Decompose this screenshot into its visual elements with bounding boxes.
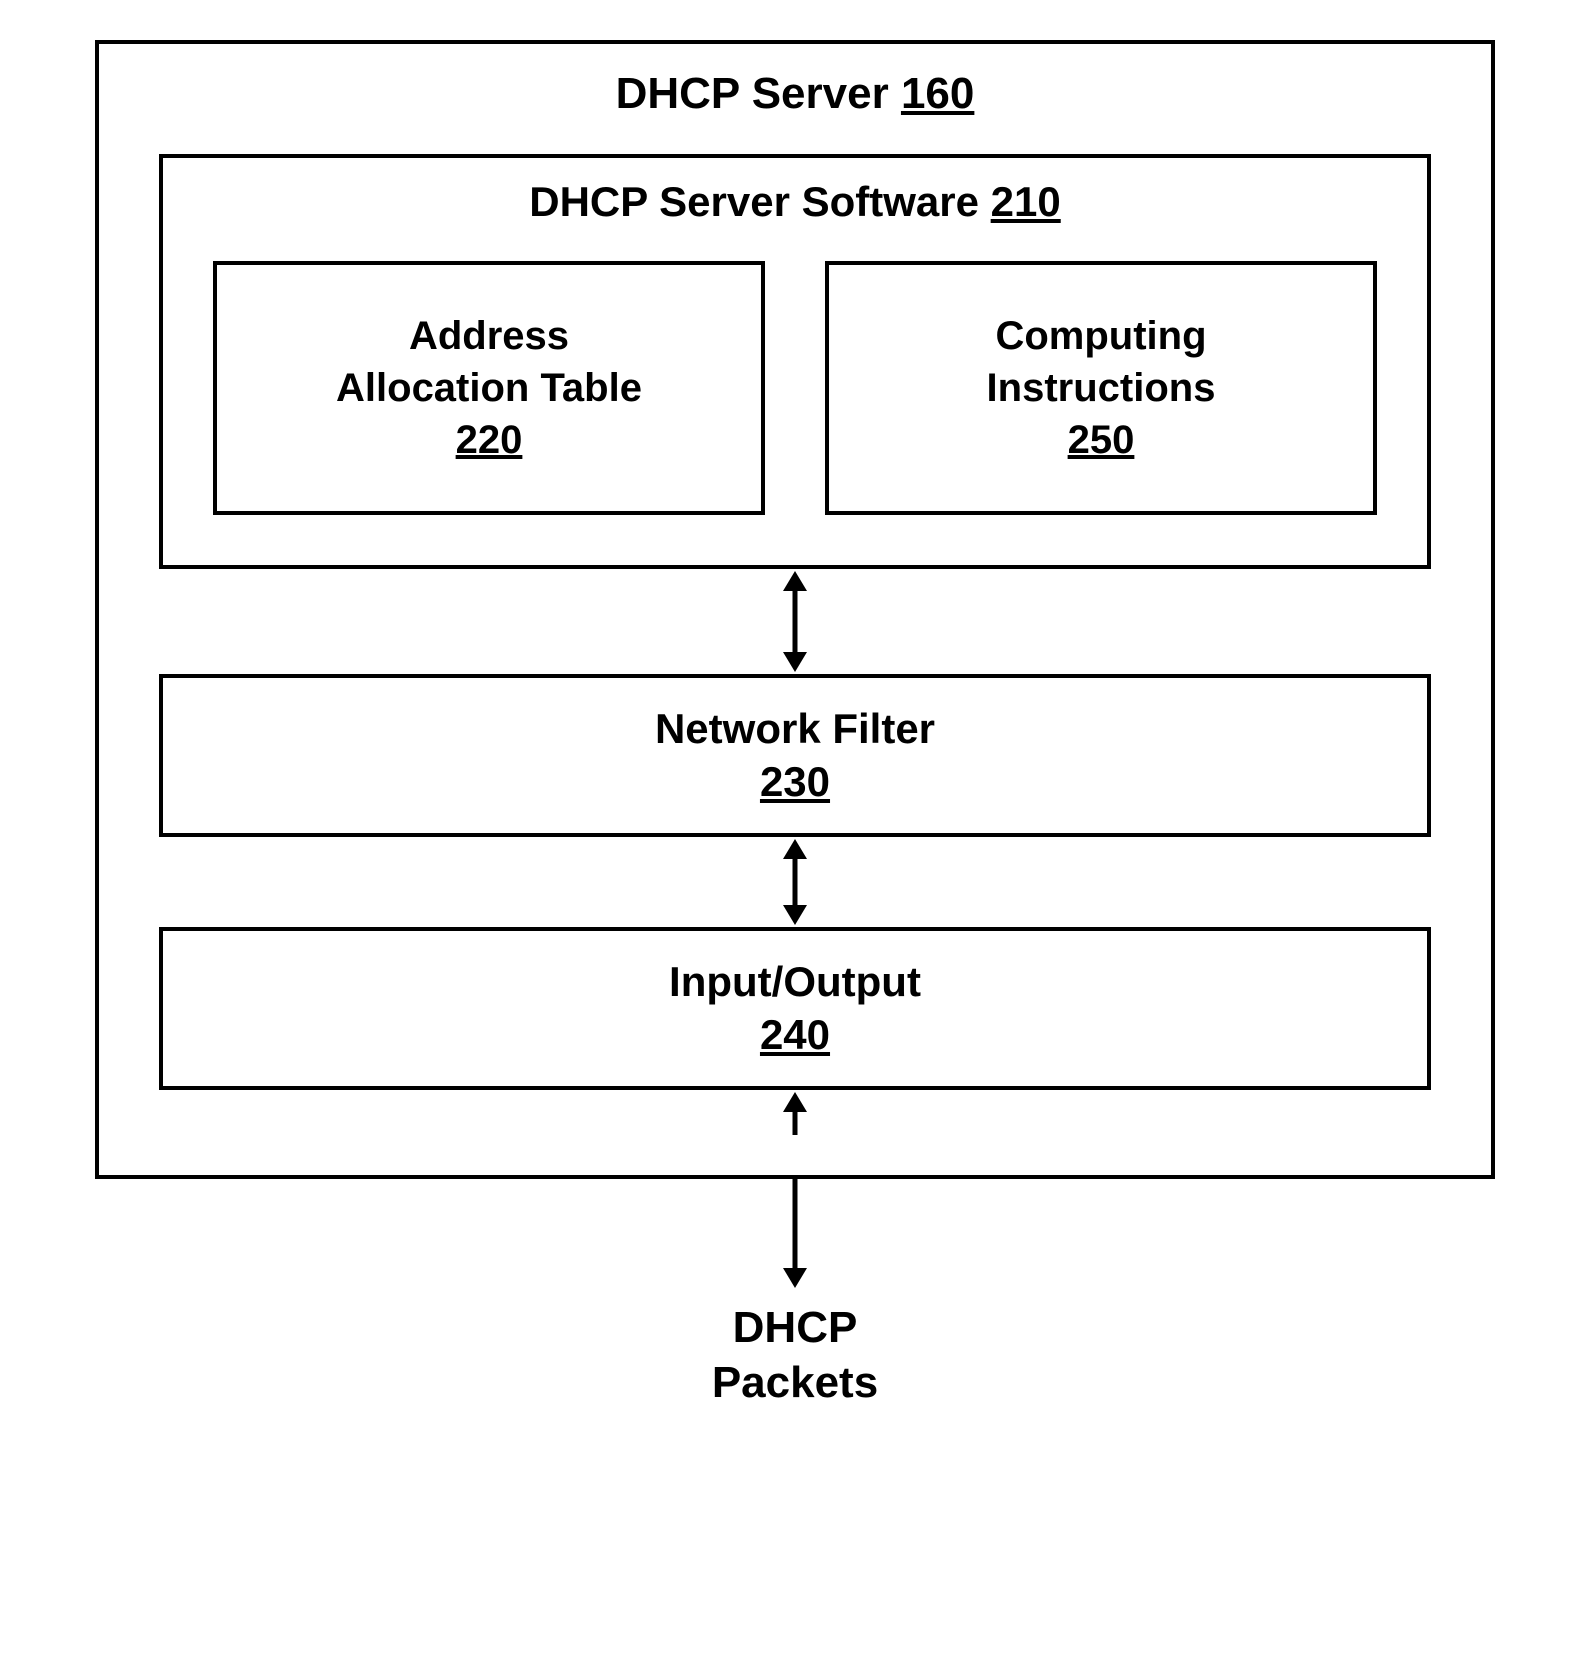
network-filter-ref: 230 — [173, 756, 1417, 809]
address-ref: 220 — [237, 414, 741, 466]
dhcp-packets-label: DHCP Packets — [95, 1300, 1495, 1410]
address-line2: Allocation Table — [237, 362, 741, 414]
packets-line1: DHCP — [95, 1300, 1495, 1355]
packets-line2: Packets — [95, 1355, 1495, 1410]
arrow-software-filter — [159, 569, 1431, 674]
arrow-io-out-top — [159, 1090, 1431, 1135]
computing-line2: Instructions — [849, 362, 1353, 414]
computing-ref: 250 — [849, 414, 1353, 466]
software-title: DHCP Server Software 210 — [213, 158, 1377, 261]
network-filter-box: Network Filter 230 — [159, 674, 1431, 837]
network-filter-label: Network Filter — [173, 703, 1417, 756]
software-inner-row: Address Allocation Table 220 Computing I… — [213, 261, 1377, 515]
address-allocation-box: Address Allocation Table 220 — [213, 261, 765, 515]
arrow-io-out-bottom — [95, 1175, 1495, 1290]
double-arrow-icon — [775, 569, 815, 674]
arrow-top-part-icon — [775, 1090, 815, 1135]
input-output-box: Input/Output 240 — [159, 927, 1431, 1090]
software-box: DHCP Server Software 210 Address Allocat… — [159, 154, 1431, 569]
computing-instructions-box: Computing Instructions 250 — [825, 261, 1377, 515]
double-arrow-icon — [775, 837, 815, 927]
software-title-text: DHCP Server Software — [529, 178, 990, 225]
io-ref: 240 — [173, 1009, 1417, 1062]
dhcp-server-title: DHCP Server 160 — [159, 44, 1431, 154]
address-line1: Address — [237, 310, 741, 362]
io-label: Input/Output — [173, 956, 1417, 1009]
title-ref: 160 — [901, 69, 974, 118]
title-text: DHCP Server — [616, 69, 901, 118]
software-title-ref: 210 — [991, 178, 1061, 225]
diagram-container: DHCP Server 160 DHCP Server Software 210… — [95, 40, 1495, 1410]
arrow-filter-io — [159, 837, 1431, 927]
arrow-bottom-part-icon — [775, 1175, 815, 1290]
computing-line1: Computing — [849, 310, 1353, 362]
dhcp-server-box: DHCP Server 160 DHCP Server Software 210… — [95, 40, 1495, 1179]
